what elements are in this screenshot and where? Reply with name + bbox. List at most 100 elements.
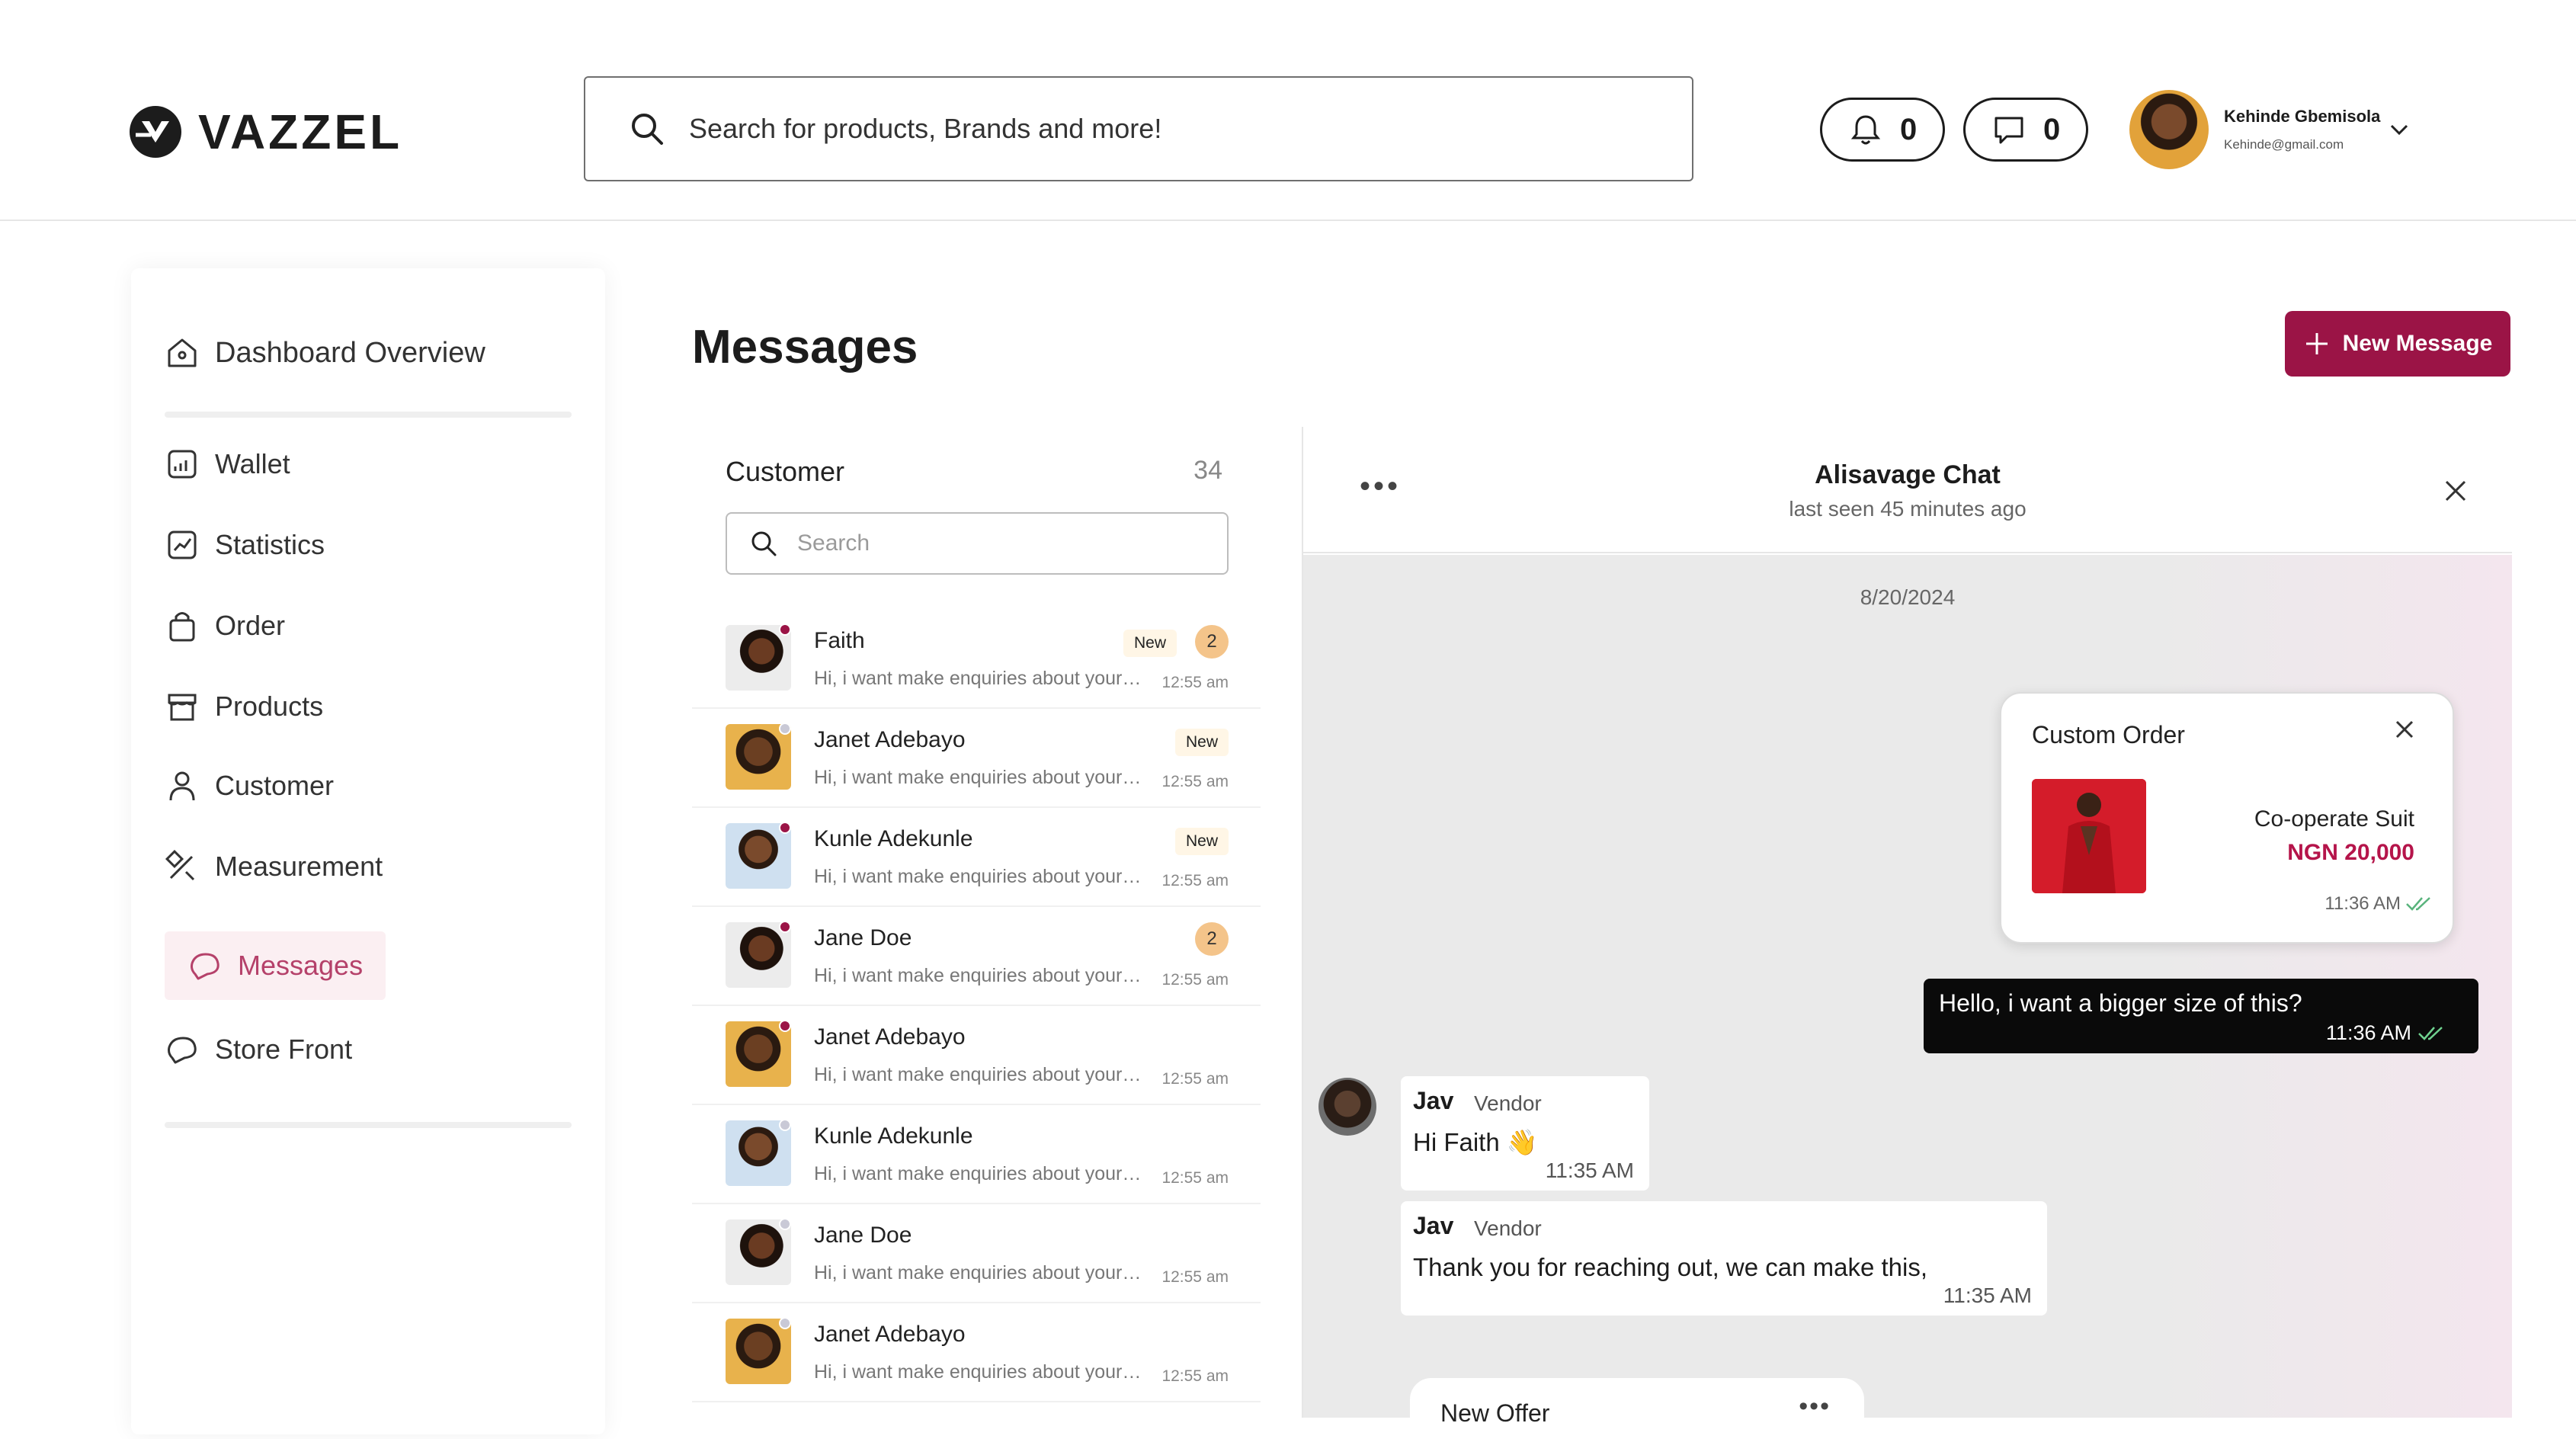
bell-icon [1850,115,1881,145]
online-dot [779,822,791,834]
user-email: Kehinde@gmail.com [2224,137,2344,152]
page-title: Messages [692,321,918,373]
message-time: 12:55 am [1161,674,1229,691]
statistics-icon [168,530,197,559]
message-preview: Hi, i want make enquiries about your pro… [814,767,1142,788]
list-item[interactable]: Jane Doe 2 Hi, i want make enquiries abo… [692,907,1261,1006]
sidebar-item-wallet[interactable]: Wallet [165,447,290,482]
contact-name: Kunle Adekunle [814,1123,973,1149]
list-item[interactable]: Jane Doe Hi, i want make enquiries about… [692,1204,1261,1303]
sidebar-item-dashboard[interactable]: Dashboard Overview [165,335,485,370]
user-name: Kehinde Gbemisola [2224,107,2381,126]
date-separator: 8/20/2024 [1860,585,1956,609]
new-message-button[interactable]: New Message [2285,311,2510,377]
contact-name: Kunle Adekunle [814,826,973,851]
sidebar-item-store-front[interactable]: Store Front [165,1032,352,1067]
search-placeholder: Search [797,530,870,556]
message-time: 11:35 AM [1545,1159,1634,1182]
sent-message-text: Hello, i want a bigger size of this? [1939,989,2302,1017]
sent-message-bubble: Hello, i want a bigger size of this? 11:… [1924,979,2478,1053]
message-preview: Hi, i want make enquiries about your pro… [814,1163,1142,1184]
sidebar-item-label: Statistics [215,529,325,560]
new-badge: New [1123,630,1177,657]
chat-icon [191,953,219,980]
sidebar-item-label: Wallet [215,448,290,479]
chat-last-seen: last seen 45 minutes ago [1789,497,2027,521]
list-count: 34 [1193,456,1222,485]
order-time-label: 11:36 AM [2324,893,2401,914]
search-bar[interactable]: Search for products, Brands and more! [584,76,1693,181]
online-dot [779,623,791,636]
sidebar-item-messages[interactable]: Messages [165,931,386,1000]
list-item[interactable]: Faith New 2 Hi, i want make enquiries ab… [692,610,1261,709]
search-input[interactable]: Search for products, Brands and more! [689,113,1161,145]
sidebar: Dashboard Overview Wallet Statistics Ord… [131,268,605,1434]
sender-role: Vendor [1474,1091,1542,1115]
avatar[interactable] [2129,90,2209,169]
message-preview: Hi, i want make enquiries about your pro… [814,1262,1142,1284]
message-preview: Hi, i want make enquiries about your pro… [814,965,1142,986]
new-badge: New [1174,729,1229,756]
new-message-label: New Message [2342,331,2493,356]
product-price: NGN 20,000 [2287,840,2414,865]
custom-order-card[interactable]: Custom Order Co-operate Suit NGN 20,000 … [2000,692,2454,944]
messages-button[interactable]: 0 [1963,98,2089,162]
top-bar: VAZZEL Search for products, Brands and m… [0,0,2576,221]
search-icon [632,114,663,145]
sidebar-item-order[interactable]: Order [165,608,285,643]
message-time: 12:55 am [1161,872,1229,889]
unread-badge: 2 [1195,625,1229,659]
sidebar-item-products[interactable]: Products [165,689,323,724]
sidebar-item-measurement[interactable]: Measurement [165,849,383,884]
list-item[interactable]: Kunle Adekunle New Hi, i want make enqui… [692,808,1261,907]
conversation-list: Customer 34 Search Faith New 2 Hi, i wan… [692,427,1261,1418]
message-time: 11:35 AM [1943,1284,2032,1307]
messages-count: 0 [2043,112,2061,146]
message-time: 12:55 am [1161,1367,1229,1385]
list-item[interactable]: Janet Adebayo Hi, i want make enquiries … [692,1303,1261,1402]
offline-dot [779,1119,791,1131]
search-icon [751,531,777,556]
plus-icon [2305,333,2328,354]
double-check-icon [2418,1026,2443,1040]
chat-icon [168,1037,197,1064]
message-preview: Hi, i want make enquiries about your pro… [814,866,1142,887]
sidebar-item-customer[interactable]: Customer [165,768,334,803]
list-item[interactable]: Janet Adebayo New Hi, i want make enquir… [692,709,1261,808]
message-time: 12:55 am [1161,971,1229,989]
chat-body: 8/20/2024 Custom Order Co-operate Suit N… [1303,555,2512,1439]
notifications-button[interactable]: 0 [1820,98,1946,162]
conversation-search-input[interactable]: Search [726,512,1229,575]
online-dot [779,921,791,933]
message-time: 12:55 am [1161,1070,1229,1088]
sidebar-item-label: Store Front [215,1034,353,1065]
sidebar-item-label: Products [215,691,324,722]
double-check-icon [2406,897,2430,911]
more-options-icon[interactable]: ••• [1799,1392,1831,1421]
sent-message-time: 11:36 AM [2326,1021,2448,1045]
contact-name: Janet Adebayo [814,1024,966,1050]
sidebar-item-label: Order [215,610,286,641]
notifications-count: 0 [1900,112,1918,146]
close-icon[interactable] [2393,718,2416,741]
list-item[interactable]: Kunle Adekunle Hi, i want make enquiries… [692,1105,1261,1204]
online-dot [779,1020,791,1032]
list-item[interactable]: Janet Adebayo Hi, i want make enquiries … [692,1006,1261,1105]
offer-title: New Offer [1440,1399,1550,1427]
sidebar-item-statistics[interactable]: Statistics [165,527,325,562]
new-badge: New [1174,828,1229,855]
message-time: 12:55 am [1161,1268,1229,1286]
logo[interactable]: VAZZEL [128,104,402,160]
chevron-down-icon[interactable] [2385,116,2413,143]
chat-panel: ••• Alisavage Chat last seen 45 minutes … [1302,427,2512,1439]
new-offer-card[interactable]: New Offer ••• [1410,1378,1864,1439]
message-text: Thank you for reaching out, we can make … [1413,1253,1928,1281]
contact-name: Jane Doe [814,925,912,950]
message-time: 12:55 am [1161,773,1229,790]
brand-name: VAZZEL [198,104,403,159]
sidebar-divider [165,412,572,418]
store-icon [168,694,197,721]
close-icon[interactable] [2440,476,2471,506]
offline-dot [779,1218,791,1230]
contact-name: Janet Adebayo [814,727,966,752]
